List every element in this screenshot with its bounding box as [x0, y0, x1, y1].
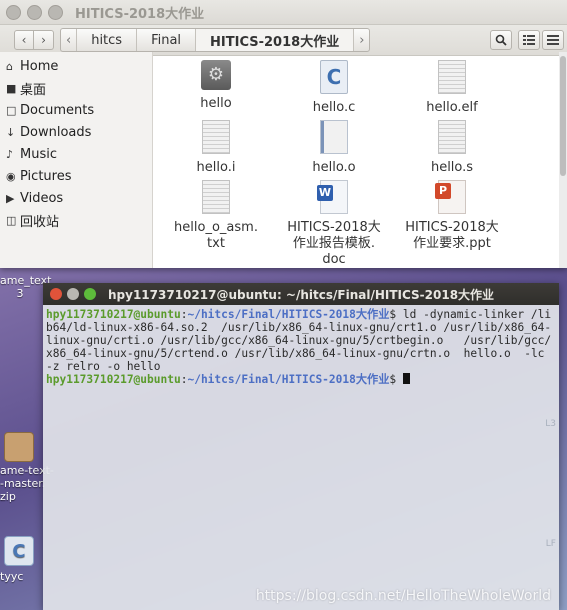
breadcrumb: ‹ hitcs Final HITICS-2018大作业 ›	[60, 28, 371, 52]
search-button[interactable]	[490, 30, 513, 50]
back-button[interactable]: ‹	[14, 30, 34, 50]
prompt-user: hpy1173710217@ubuntu	[46, 308, 181, 321]
sidebar-item-home[interactable]: ⌂ Home	[0, 55, 152, 77]
word-doc-icon: W	[317, 180, 348, 214]
chevron-left-icon: ‹	[66, 32, 72, 48]
file-item[interactable]: ⚙ hello	[161, 60, 271, 112]
file-grid: ⚙ hello C hello.c hello.elf hello.i hell…	[153, 52, 555, 268]
terminal-title-bar: hpy1173710217@ubuntu: ~/hitcs/Final/HITI…	[43, 283, 559, 305]
terminal-output[interactable]: hpy1173710217@ubuntu:~/hitcs/Final/HITIC…	[43, 305, 559, 389]
maximize-button[interactable]	[84, 288, 96, 300]
sidebar-item-label: Downloads	[20, 124, 92, 140]
trash-icon: ◫	[6, 213, 17, 227]
scrollbar-thumb[interactable]	[560, 56, 566, 176]
breadcrumb-right-arrow[interactable]: ›	[354, 29, 369, 51]
side-mark: LF	[545, 539, 556, 549]
file-item[interactable]: hello_o_asm. txt	[161, 180, 271, 252]
text-file-icon	[438, 60, 466, 94]
chevron-right-icon: ›	[359, 32, 365, 48]
prompt-end: $	[389, 308, 403, 321]
sidebar-item-trash[interactable]: ◫ 回收站	[0, 209, 152, 231]
file-item[interactable]: W HITICS-2018大 作业报告模板. doc	[279, 180, 389, 268]
close-button[interactable]	[50, 288, 62, 300]
text-file-icon	[438, 120, 466, 154]
file-name: HITICS-2018大 作业要求.ppt	[405, 220, 499, 251]
breadcrumb-item-current[interactable]: HITICS-2018大作业	[196, 29, 355, 51]
sidebar-item-label: Videos	[20, 190, 64, 206]
file-item[interactable]: C hello.c	[279, 60, 389, 116]
list-view-button[interactable]	[518, 30, 541, 50]
file-name: hello.c	[312, 100, 356, 115]
minimize-button[interactable]	[67, 288, 79, 300]
terminal-window: hpy1173710217@ubuntu: ~/hitcs/Final/HITI…	[43, 283, 559, 610]
object-file-icon	[320, 120, 348, 154]
close-button[interactable]	[6, 4, 21, 20]
music-icon: ♪	[6, 147, 14, 161]
menu-button[interactable]	[542, 30, 565, 50]
file-item[interactable]: P HITICS-2018大 作业要求.ppt	[397, 180, 507, 252]
file-name: hello.elf	[426, 100, 478, 115]
sidebar-item-music[interactable]: ♪ Music	[0, 143, 152, 165]
file-name: hello.s	[430, 160, 474, 175]
sidebar-item-documents[interactable]: □ Documents	[0, 99, 152, 121]
maximize-button[interactable]	[48, 4, 63, 20]
file-item[interactable]: hello.i	[161, 120, 271, 176]
sidebar-item-label: Documents	[20, 102, 95, 118]
file-name: hello	[200, 96, 232, 111]
prompt-path: ~/hitcs/Final/HITICS-2018大作业	[187, 308, 390, 321]
file-manager-window: HITICS-2018大作业 ‹ › ‹ hitcs Final HITICS-…	[0, 0, 567, 268]
list-view-icon	[523, 35, 536, 45]
c-source-icon: C	[320, 60, 348, 94]
sidebar-item-desktop[interactable]: ■ 桌面	[0, 77, 152, 99]
sidebar-item-downloads[interactable]: ↓ Downloads	[0, 121, 152, 143]
file-item[interactable]: hello.elf	[397, 60, 507, 116]
file-name: HITICS-2018大 作业报告模板. doc	[287, 220, 381, 267]
desktop-item-label: ame_text 3	[0, 274, 52, 300]
places-sidebar: ⌂ Home ■ 桌面 □ Documents ↓ Downloads ♪ Music ◉…	[0, 52, 153, 268]
side-mark: L3	[545, 419, 556, 429]
prompt-end: $	[389, 373, 403, 386]
minimize-button[interactable]	[27, 4, 42, 20]
forward-button[interactable]: ›	[34, 30, 54, 50]
file-item[interactable]: hello.s	[397, 120, 507, 176]
title-bar: HITICS-2018大作业	[0, 0, 567, 25]
folder-icon: ■	[6, 81, 17, 95]
sidebar-item-videos[interactable]: ▶ Videos	[0, 187, 152, 209]
sidebar-item-label: Pictures	[20, 168, 72, 184]
text-cursor	[402, 373, 410, 384]
prompt-path: ~/hitcs/Final/HITICS-2018大作业	[187, 373, 390, 386]
text-file-icon	[202, 120, 230, 154]
chevron-left-icon: ‹	[21, 33, 27, 47]
video-icon: ▶	[6, 191, 15, 205]
sidebar-item-label: Music	[20, 146, 57, 162]
sidebar-item-pictures[interactable]: ◉ Pictures	[0, 165, 152, 187]
prompt-user: hpy1173710217@ubuntu	[46, 373, 181, 386]
search-icon	[496, 34, 508, 46]
file-name: hello.i	[196, 160, 236, 175]
executable-icon: ⚙	[201, 60, 231, 90]
breadcrumb-item[interactable]: hitcs	[77, 29, 138, 51]
sidebar-item-label: 回收站	[20, 214, 60, 230]
breadcrumb-item[interactable]: Final	[137, 29, 197, 51]
download-icon: ↓	[6, 125, 16, 139]
sidebar-item-label: 桌面	[20, 82, 47, 98]
text-file-icon	[202, 180, 230, 214]
file-scrollbar[interactable]	[559, 52, 567, 268]
c-source-icon: C	[4, 536, 34, 566]
home-icon: ⌂	[6, 59, 13, 73]
file-item[interactable]: hello.o	[279, 120, 389, 176]
terminal-title: hpy1173710217@ubuntu: ~/hitcs/Final/HITI…	[108, 287, 495, 302]
file-name: hello.o	[312, 160, 356, 175]
powerpoint-icon: P	[435, 180, 466, 214]
window-title: HITICS-2018大作业	[75, 6, 205, 22]
sidebar-item-label: Home	[20, 58, 59, 74]
file-name: hello_o_asm. txt	[174, 220, 258, 251]
breadcrumb-left-arrow[interactable]: ‹	[61, 29, 78, 51]
menu-icon	[547, 35, 560, 45]
document-icon: □	[6, 103, 17, 117]
camera-icon: ◉	[6, 169, 16, 183]
chevron-right-icon: ›	[41, 33, 46, 47]
archive-icon	[4, 432, 34, 462]
watermark: https://blog.csdn.net/HelloTheWholeWorld	[255, 588, 551, 604]
